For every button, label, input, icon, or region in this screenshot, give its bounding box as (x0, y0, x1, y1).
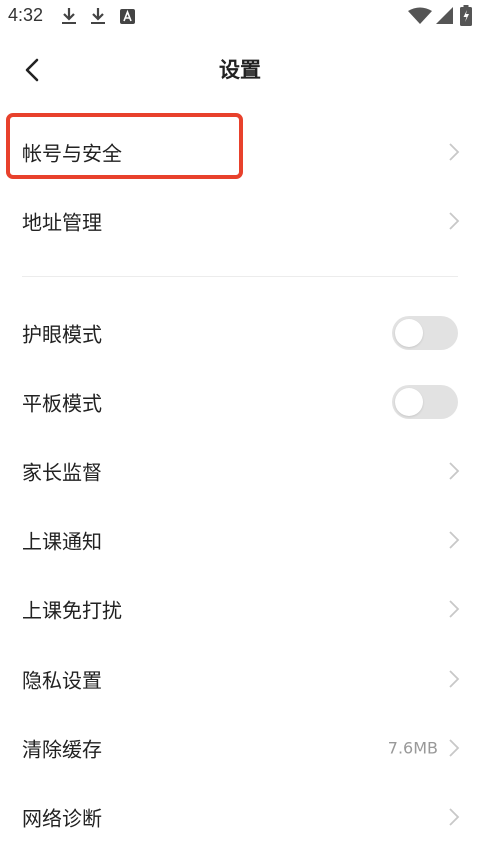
settings-item-account-security[interactable]: 帐号与安全 (0, 122, 480, 182)
toggle-knob (395, 319, 423, 347)
toggle-knob (395, 388, 423, 416)
tablet-mode-toggle[interactable] (392, 385, 458, 419)
settings-item-label: 上课通知 (22, 529, 102, 554)
settings-item-label: 护眼模式 (22, 322, 102, 347)
download-icon (91, 8, 105, 24)
settings-item-tablet-mode: 平板模式 (0, 372, 480, 432)
chevron-right-icon (449, 739, 460, 757)
download-icon (62, 8, 76, 24)
font-a-icon (120, 9, 135, 24)
status-time: 4:32 (8, 5, 44, 25)
settings-item-label: 帐号与安全 (22, 141, 122, 166)
settings-item-label: 上课免打扰 (22, 598, 122, 623)
battery-icon (460, 5, 472, 26)
settings-item-label: 地址管理 (22, 210, 102, 235)
settings-item-label: 隐私设置 (22, 668, 102, 693)
signal-icon (436, 7, 453, 24)
chevron-right-icon (449, 670, 460, 688)
chevron-right-icon (449, 808, 460, 826)
settings-item-label: 平板模式 (22, 391, 102, 416)
chevron-right-icon (449, 600, 460, 618)
settings-item-parental-supervision[interactable]: 家长监督 (0, 441, 480, 501)
page-title: 设置 (219, 58, 261, 82)
settings-item-label: 网络诊断 (22, 806, 102, 831)
settings-item-label: 家长监督 (22, 460, 102, 485)
eye-care-toggle[interactable] (392, 316, 458, 350)
cache-size-value: 7.6MB (387, 738, 438, 758)
chevron-right-icon (449, 531, 460, 549)
settings-item-class-notification[interactable]: 上课通知 (0, 510, 480, 570)
settings-item-do-not-disturb[interactable]: 上课免打扰 (0, 579, 480, 639)
settings-item-clear-cache[interactable]: 清除缓存 7.6MB (0, 718, 480, 778)
settings-item-privacy[interactable]: 隐私设置 (0, 649, 480, 709)
header: 设置 (0, 40, 480, 100)
chevron-right-icon (449, 143, 460, 161)
settings-item-network-diagnosis[interactable]: 网络诊断 (0, 787, 480, 847)
settings-item-address[interactable]: 地址管理 (0, 191, 480, 251)
chevron-right-icon (449, 462, 460, 480)
status-bar: 4:32 (0, 0, 480, 34)
settings-item-eye-care: 护眼模式 (0, 303, 480, 363)
divider (22, 276, 458, 277)
settings-item-label: 清除缓存 (22, 737, 102, 762)
chevron-right-icon (449, 212, 460, 230)
wifi-icon (408, 7, 432, 24)
